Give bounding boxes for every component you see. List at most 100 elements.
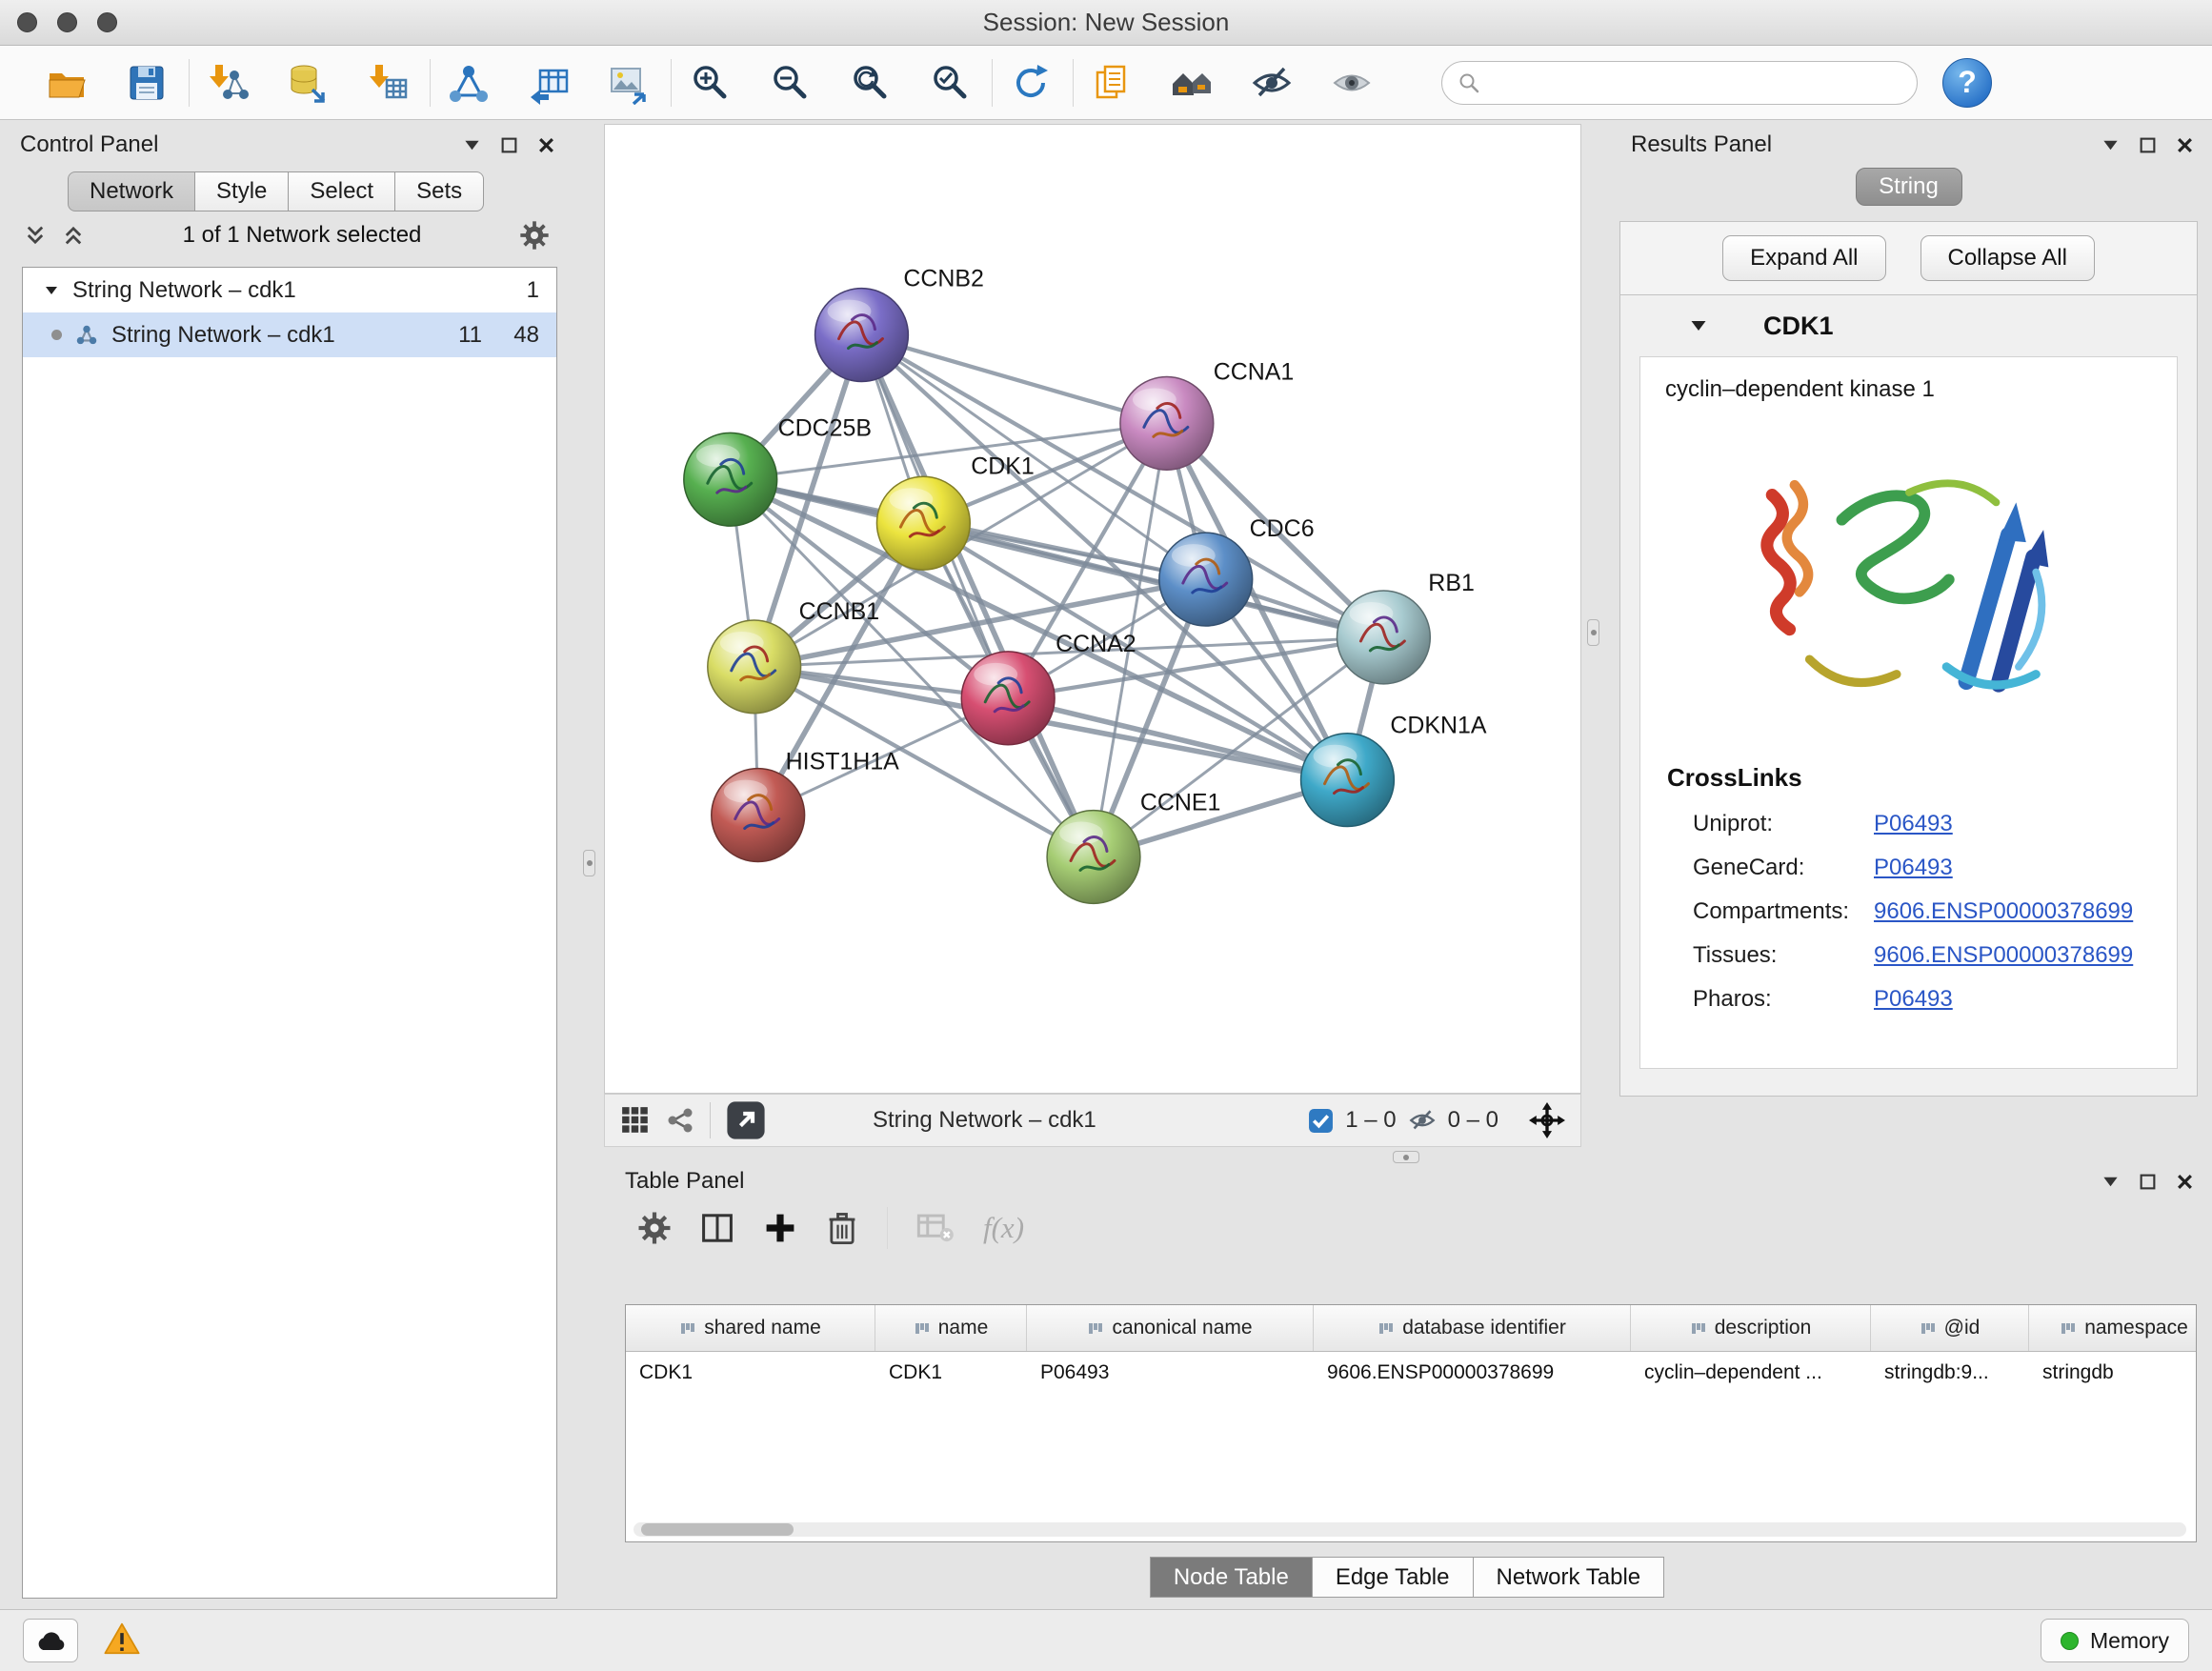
window-close-button[interactable] [17,12,37,32]
network-row[interactable]: String Network – cdk1 11 48 [23,312,556,357]
panel-menu-icon[interactable] [2101,136,2120,154]
new-network-from-selection-button[interactable] [444,58,493,108]
expand-all-icon[interactable] [62,224,85,247]
birds-eye-view-icon[interactable] [620,1105,651,1136]
zoom-selected-button[interactable] [925,58,975,108]
float-panel-icon[interactable] [2139,136,2157,154]
tab-network-table[interactable]: Network Table [1474,1557,1665,1598]
close-panel-icon[interactable] [2176,136,2194,154]
share-network-icon[interactable] [666,1106,694,1135]
import-network-from-database-button[interactable] [283,58,332,108]
import-network-from-file-button[interactable] [203,58,252,108]
hide-details-button[interactable] [1247,58,1297,108]
column-header-database-identifier[interactable]: database identifier [1314,1305,1631,1351]
table-row[interactable]: CDK1CDK1P064939606.ENSP00000378699cyclin… [626,1352,2197,1394]
zoom-fit-button[interactable] [845,58,895,108]
help-button[interactable]: ? [1942,58,1992,108]
table-cell[interactable]: 9606.ENSP00000378699 [1314,1361,1631,1384]
horizontal-scrollbar[interactable] [633,1522,2186,1537]
cloud-button[interactable] [23,1619,78,1662]
annotations-button[interactable] [1087,58,1136,108]
network-node-rb1[interactable] [1337,591,1430,684]
network-node-cdc6[interactable] [1159,533,1253,626]
tab-style[interactable]: Style [195,171,289,211]
splitter-handle[interactable] [583,850,595,876]
window-zoom-button[interactable] [97,12,117,32]
network-node-hist1h1a[interactable] [712,769,805,862]
network-node-cdkn1a[interactable] [1301,734,1395,827]
table-cell[interactable]: cyclin–dependent ... [1631,1361,1871,1384]
tab-node-table[interactable]: Node Table [1150,1557,1313,1598]
zoom-out-button[interactable] [765,58,814,108]
search-input[interactable] [1490,70,1901,95]
gear-icon[interactable] [519,220,550,251]
collapse-all-icon[interactable] [24,224,47,247]
show-details-button[interactable] [1327,58,1377,108]
export-image-button[interactable] [604,58,654,108]
network-canvas[interactable]: CCNB2CCNA1CDC25BCDK1CDC6RB1CCNB1CCNA2CDK… [604,124,1581,1094]
zoom-in-button[interactable] [685,58,734,108]
delete-column-icon[interactable] [826,1210,858,1246]
pan-crosshair-icon[interactable] [1529,1102,1565,1138]
table-cell[interactable]: P06493 [1027,1361,1314,1384]
tab-select[interactable]: Select [289,171,395,211]
collapse-all-button[interactable]: Collapse All [1920,235,2095,281]
tab-sets[interactable]: Sets [395,171,484,211]
splitter-handle[interactable] [1587,619,1599,646]
table-cell[interactable]: CDK1 [626,1361,875,1384]
import-table-from-file-button[interactable] [363,58,412,108]
network-node-ccna2[interactable] [961,652,1055,745]
gear-icon[interactable] [637,1211,672,1245]
layout-button[interactable] [1167,58,1217,108]
add-column-icon[interactable] [763,1211,797,1245]
network-node-cdk1[interactable] [876,476,970,570]
column-header-name[interactable]: name [875,1305,1027,1351]
tab-edge-table[interactable]: Edge Table [1313,1557,1474,1598]
column-header-namespace[interactable]: namespace [2029,1305,2197,1351]
selected-checkbox-icon[interactable] [1308,1108,1334,1134]
column-header-canonical-name[interactable]: canonical name [1027,1305,1314,1351]
column-header-description[interactable]: description [1631,1305,1871,1351]
save-session-button[interactable] [122,58,171,108]
table-cell[interactable]: stringdb [2029,1361,2197,1384]
column-header-id[interactable]: @id [1871,1305,2029,1351]
show-columns-icon[interactable] [700,1211,734,1245]
network-node-ccna1[interactable] [1120,376,1214,470]
network-node-cdc25b[interactable] [684,433,777,526]
open-session-button[interactable] [42,58,91,108]
float-panel-icon[interactable] [500,136,518,154]
network-node-ccnb2[interactable] [815,289,909,382]
network-graph[interactable]: CCNB2CCNA1CDC25BCDK1CDC6RB1CCNB1CCNA2CDK… [605,125,1580,1093]
memory-button[interactable]: Memory [2041,1619,2189,1662]
close-panel-icon[interactable] [2176,1173,2194,1191]
network-edge[interactable] [861,335,1094,857]
crosslink-tissues[interactable]: 9606.ENSP00000378699 [1874,942,2133,969]
expand-all-button[interactable]: Expand All [1722,235,1885,281]
detach-view-icon[interactable] [726,1100,766,1140]
hidden-eye-slash-icon[interactable] [1408,1106,1437,1135]
crosslink-genecard[interactable]: P06493 [1874,855,1953,881]
table-cell[interactable]: CDK1 [875,1361,1027,1384]
export-network-button[interactable] [524,58,573,108]
crosslink-compartments[interactable]: 9606.ENSP00000378699 [1874,898,2133,925]
refresh-network-button[interactable] [1006,58,1056,108]
panel-menu-icon[interactable] [463,136,481,154]
disclosure-triangle-icon[interactable] [1689,316,1708,335]
network-node-ccnb1[interactable] [708,620,801,714]
tab-network[interactable]: Network [68,171,195,211]
warnings-button[interactable] [103,1621,141,1661]
disclosure-triangle-icon[interactable] [44,283,59,298]
network-collection-row[interactable]: String Network – cdk1 1 [23,268,556,312]
gene-section-header[interactable]: CDK1 [1620,295,2197,356]
crosslink-uniprot[interactable]: P06493 [1874,811,1953,837]
crosslink-pharos[interactable]: P06493 [1874,986,1953,1013]
tab-string[interactable]: String [1856,168,1962,206]
panel-menu-icon[interactable] [2101,1173,2120,1191]
window-minimize-button[interactable] [57,12,77,32]
float-panel-icon[interactable] [2139,1173,2157,1191]
table-cell[interactable]: stringdb:9... [1871,1361,2029,1384]
splitter-handle[interactable] [1393,1151,1419,1163]
close-panel-icon[interactable] [537,136,555,154]
network-node-ccne1[interactable] [1047,811,1140,904]
column-header-shared-name[interactable]: shared name [626,1305,875,1351]
